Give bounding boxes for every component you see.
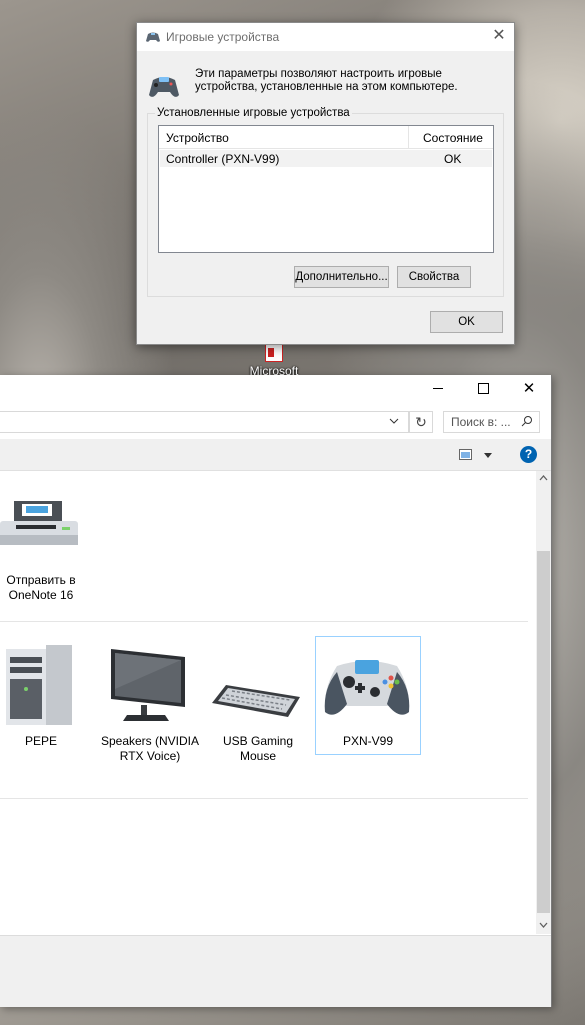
- gamepad-icon: [149, 77, 179, 97]
- command-bar: ?: [0, 439, 551, 471]
- chevron-down-icon[interactable]: [389, 418, 399, 424]
- printer-icon[interactable]: [0, 495, 80, 551]
- device-label: PEPE: [24, 734, 57, 748]
- device-label: USB Gaming Mouse: [222, 734, 294, 763]
- device-label: Speakers (NVIDIA RTX Voice): [100, 734, 200, 763]
- vertical-scrollbar[interactable]: [536, 471, 551, 934]
- gamepad-icon[interactable]: [321, 658, 413, 720]
- column-divider[interactable]: [408, 126, 409, 148]
- close-icon[interactable]: ✕: [506, 375, 552, 405]
- address-bar[interactable]: [0, 411, 409, 433]
- desktop-shortcut[interactable]: Microsoft: [245, 344, 303, 378]
- search-placeholder: Поиск в: ...: [451, 415, 511, 429]
- keyboard-icon[interactable]: [212, 685, 302, 719]
- help-icon[interactable]: ?: [520, 446, 537, 463]
- device-status: OK: [444, 152, 462, 166]
- game-controllers-dialog: Игровые устройства ✕ Эти параметры позво…: [136, 22, 515, 345]
- group-label: Установленные игровые устройства: [155, 107, 352, 119]
- computer-tower-icon[interactable]: [6, 645, 74, 727]
- properties-button[interactable]: Свойства: [397, 266, 471, 288]
- dialog-description: Эти параметры позволяют настроить игровы…: [195, 68, 458, 93]
- device-name: Controller (PXN-V99): [166, 152, 280, 166]
- search-input[interactable]: Поиск в: ...: [443, 411, 540, 433]
- scrollbar-thumb[interactable]: [537, 551, 550, 913]
- devices-listview[interactable]: Устройство Состояние Controller (PXN-V99…: [158, 125, 494, 253]
- details-pane: [0, 935, 551, 1007]
- change-view-icon[interactable]: [459, 449, 472, 460]
- chevron-down-icon[interactable]: [539, 922, 548, 928]
- refresh-button[interactable]: ↻: [409, 411, 433, 433]
- devices-and-printers-window: ✕ ↻ Поиск в: ... ? Отправить в OneNote 1…: [0, 375, 552, 1007]
- chevron-up-icon[interactable]: [539, 475, 548, 481]
- maximize-button[interactable]: [460, 375, 506, 405]
- search-icon[interactable]: [521, 415, 533, 427]
- advanced-button[interactable]: Дополнительно...: [294, 266, 389, 288]
- device-label: PXN-V99: [342, 734, 394, 748]
- dialog-title-bar[interactable]: Игровые устройства ✕: [137, 23, 514, 51]
- gamepad-icon: [146, 32, 160, 42]
- column-header-device[interactable]: Устройство: [166, 131, 229, 145]
- list-item[interactable]: Controller (PXN-V99) OK: [160, 150, 492, 167]
- listview-header: Устройство Состояние: [159, 126, 493, 149]
- column-header-status[interactable]: Состояние: [423, 131, 483, 145]
- chevron-down-icon[interactable]: [484, 453, 492, 458]
- close-icon[interactable]: ✕: [484, 23, 514, 51]
- pdf-file-icon: [265, 344, 283, 362]
- ok-button[interactable]: OK: [430, 311, 503, 333]
- section-divider: [0, 798, 528, 799]
- printer-label: Отправить в OneNote 16: [6, 573, 76, 602]
- section-divider: [0, 621, 528, 622]
- minimize-button[interactable]: [415, 375, 461, 405]
- monitor-icon[interactable]: [109, 649, 189, 723]
- dialog-title: Игровые устройства: [166, 30, 280, 44]
